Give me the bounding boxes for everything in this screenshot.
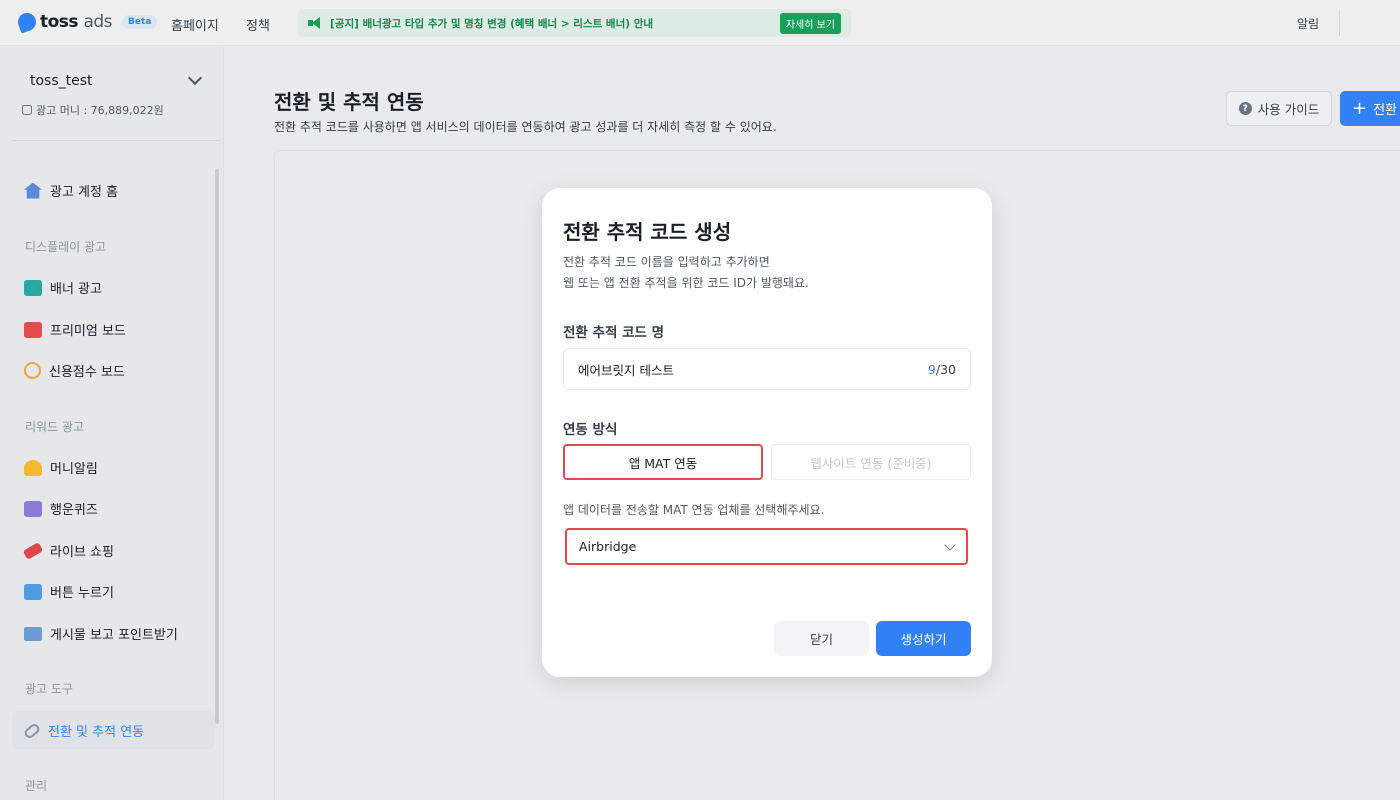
app-mat-option[interactable]: 앱 MAT 연동	[563, 444, 763, 480]
code-name-input[interactable]: 에어브릿지 테스트 9/30	[563, 348, 971, 390]
quiz-icon	[24, 500, 42, 517]
modal-desc-line2: 웹 또는 앱 전환 추적을 위한 코드 ID가 발행돼요.	[563, 276, 809, 290]
bell-icon	[24, 459, 42, 476]
plus-icon: +	[1352, 97, 1368, 119]
close-button[interactable]: 닫기	[774, 621, 869, 656]
sidebar-item-post-points[interactable]: 게시물 보고 포인트받기	[24, 624, 178, 643]
section-display: 디스플레이 광고	[25, 240, 107, 254]
question-icon: ?	[1238, 102, 1252, 115]
alarm-link[interactable]: 알림	[1297, 15, 1319, 32]
mat-vendor-select[interactable]: Airbridge	[565, 528, 968, 565]
account-name[interactable]: toss_test	[30, 73, 93, 89]
char-count-current: 9	[927, 361, 936, 377]
notice-text: [공지] 배너광고 타입 추가 및 명칭 변경 (혜택 배너 > 리스트 배너)…	[330, 17, 654, 30]
sidebar-item-label: 게시물 보고 포인트받기	[50, 628, 178, 643]
premium-board-icon	[24, 321, 42, 338]
megaphone-icon	[308, 17, 322, 29]
sidebar-item-credit-board[interactable]: 신용점수 보드	[24, 361, 125, 380]
nav-policy-link[interactable]: 정책	[246, 15, 270, 34]
sidebar-scrollbar[interactable]	[215, 169, 219, 724]
sidebar-item-banner[interactable]: 배너 광고	[24, 278, 102, 297]
char-counter: 9/30	[928, 362, 956, 377]
sidebar-item-home[interactable]: 광고 계정 홈	[24, 181, 118, 200]
sidebar: toss_test 광고 머니 : 76,889,022원 광고 계정 홈 디스…	[0, 47, 224, 800]
chevron-down-icon[interactable]	[187, 70, 203, 86]
toss-logo-icon	[15, 10, 39, 34]
select-help-text: 앱 데이터를 전송할 MAT 연동 업체를 선택해주세요.	[563, 503, 825, 517]
page-title: 전환 및 추적 연동	[274, 90, 424, 114]
code-name-value[interactable]: 에어브릿지 테스트	[578, 360, 928, 379]
ad-money: 광고 머니 : 76,889,022원	[22, 102, 164, 118]
new-conversion-button[interactable]: + 전환	[1340, 91, 1400, 126]
chevron-down-icon	[944, 538, 956, 551]
press-button-icon	[24, 583, 42, 600]
sidebar-item-live-shopping[interactable]: 라이브 쇼핑	[22, 541, 114, 560]
sidebar-divider	[12, 140, 220, 141]
ad-money-text: 광고 머니 : 76,889,022원	[36, 104, 164, 117]
banner-card-icon	[24, 279, 42, 296]
toss-ads-logo[interactable]: toss ads Beta	[15, 10, 158, 34]
logo-sub-text: ads	[83, 12, 113, 32]
sidebar-item-press-button[interactable]: 버튼 누르기	[24, 582, 114, 601]
sidebar-item-label: 라이브 쇼핑	[50, 545, 114, 560]
sidebar-item-premium-board[interactable]: 프리미엄 보드	[24, 320, 126, 339]
new-conversion-label: 전환	[1373, 103, 1398, 118]
live-ticket-icon	[22, 541, 44, 560]
section-tools: 광고 도구	[25, 682, 73, 696]
sidebar-item-label: 배너 광고	[50, 282, 102, 297]
website-option[interactable]: 웹사이트 연동 (준비중)	[771, 444, 971, 480]
nav-home-link[interactable]: 홈페이지	[171, 15, 219, 34]
sidebar-item-label: 프리미엄 보드	[50, 324, 126, 339]
page-subtitle: 전환 추적 코드를 사용하면 앱 서비스의 데이터를 연동하여 광고 성과를 더…	[274, 120, 777, 134]
sidebar-item-label: 광고 계정 홈	[50, 185, 119, 200]
modal-desc-line1: 전환 추적 코드 이름을 입력하고 추가하면	[563, 255, 770, 269]
mat-vendor-value: Airbridge	[579, 539, 637, 554]
sidebar-item-label: 머니알림	[50, 462, 98, 477]
usage-guide-label: 사용 가이드	[1257, 102, 1320, 117]
beta-badge: Beta	[122, 15, 158, 29]
top-divider	[1339, 10, 1340, 36]
sidebar-item-label: 버튼 누르기	[50, 586, 114, 601]
sidebar-item-label: 행운퀴즈	[50, 503, 98, 518]
modal-description: 전환 추적 코드 이름을 입력하고 추가하면 웹 또는 앱 전환 추적을 위한 …	[563, 252, 809, 294]
money-bag-icon	[22, 105, 32, 115]
logo-main-text: toss	[40, 12, 79, 32]
notice-banner: [공지] 배너광고 타입 추가 및 명칭 변경 (혜택 배너 > 리스트 배너)…	[298, 9, 851, 37]
usage-guide-button[interactable]: ? 사용 가이드	[1226, 91, 1332, 126]
house-icon	[24, 182, 42, 199]
create-code-modal: 전환 추적 코드 생성 전환 추적 코드 이름을 입력하고 추가하면 웹 또는 …	[542, 188, 992, 677]
section-manage: 관리	[25, 779, 48, 793]
char-count-max: /30	[935, 361, 956, 377]
sidebar-item-money-alarm[interactable]: 머니알림	[24, 458, 98, 477]
code-name-label: 전환 추적 코드 명	[563, 325, 665, 341]
sidebar-item-label: 신용점수 보드	[49, 365, 125, 380]
sidebar-item-conversion[interactable]: 전환 및 추적 연동	[22, 721, 145, 740]
credit-gauge-icon	[24, 362, 41, 379]
modal-title: 전환 추적 코드 생성	[563, 220, 732, 244]
sidebar-item-label: 전환 및 추적 연동	[48, 725, 145, 740]
method-label: 연동 방식	[563, 422, 618, 438]
link-icon	[22, 721, 42, 740]
create-button[interactable]: 생성하기	[876, 621, 971, 656]
sidebar-item-lucky-quiz[interactable]: 행운퀴즈	[24, 499, 98, 518]
scroll-icon	[24, 626, 42, 641]
section-reward: 리워드 광고	[25, 420, 85, 434]
top-bar: toss ads Beta 홈페이지 정책 [공지] 배너광고 타입 추가 및 …	[0, 0, 1400, 46]
notice-detail-button[interactable]: 자세히 보기	[779, 12, 841, 34]
